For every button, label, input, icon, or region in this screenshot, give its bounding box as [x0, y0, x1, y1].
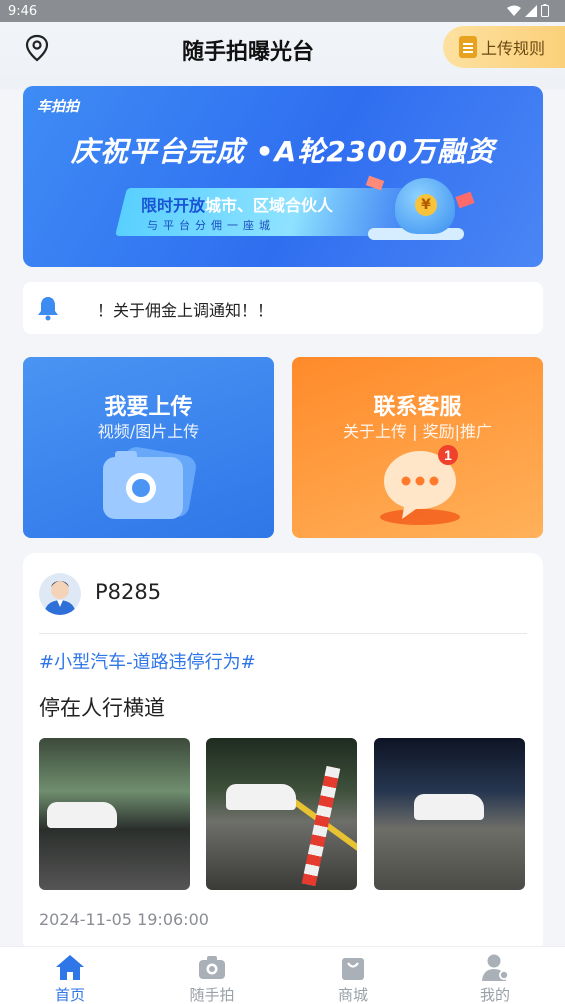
tab-mine-label: 我的: [479, 986, 510, 1004]
shopping-bag-icon: [342, 958, 364, 980]
promo-banner[interactable]: 车拍拍 庆祝平台完成 •A轮2300万融资 限时开放城市、区域合伙人 与平台分佣…: [23, 86, 543, 267]
chat-bubble-icon: 1: [380, 445, 460, 525]
photo-pole: [301, 765, 341, 887]
battery-icon: [541, 4, 549, 17]
status-icons: [507, 4, 549, 17]
signal-icon: [525, 4, 537, 17]
service-card-title: 联系客服: [373, 395, 462, 420]
post-photo-2[interactable]: [206, 738, 357, 890]
photo-car: [414, 794, 484, 820]
wifi-icon: [507, 5, 521, 16]
avatar[interactable]: [39, 573, 81, 615]
photo-car: [226, 784, 296, 810]
money-bag-icon: [395, 178, 455, 234]
tab-snapshot-label: 随手拍: [189, 986, 235, 1004]
photo-car: [47, 802, 117, 828]
home-icon: [56, 955, 84, 980]
bottom-tab-bar: 首页 随手拍 商城 我的: [0, 946, 565, 1004]
user-icon: [482, 954, 509, 981]
user-avatar-icon: [44, 581, 76, 615]
tab-home-label: 首页: [54, 986, 85, 1004]
post-description: 停在人行横道: [39, 696, 165, 720]
upload-card[interactable]: 我要上传 视频/图片上传: [23, 357, 274, 538]
upload-rules-button[interactable]: 上传规则: [443, 26, 565, 68]
gift-icon: [455, 191, 475, 209]
banner-strip-rest: 城市、区域合伙人: [205, 196, 334, 215]
upload-card-subtitle: 视频/图片上传: [97, 422, 200, 441]
post-photo-3[interactable]: [374, 738, 525, 890]
service-badge: 1: [444, 447, 452, 463]
post-timestamp: 2024-11-05 19:06:00: [39, 910, 209, 929]
post-username[interactable]: P8285: [95, 580, 161, 604]
banner-strip-highlight: 限时开放: [141, 196, 206, 215]
upload-rules-label: 上传规则: [481, 39, 546, 58]
status-time: 9:46: [8, 4, 38, 19]
upload-card-title: 我要上传: [104, 395, 193, 420]
notice-text: ！关于佣金上调通知！！: [97, 301, 274, 320]
banner-strip-text: 限时开放城市、区域合伙人: [141, 192, 333, 216]
post-tag[interactable]: #小型汽车-道路违停行为#: [39, 648, 256, 674]
post-card[interactable]: P8285 #小型汽车-道路违停行为# 停在人行横道 2024-11-05 19…: [23, 553, 543, 953]
tab-shop-label: 商城: [337, 986, 368, 1004]
tab-shop[interactable]: 商城: [283, 947, 423, 1004]
status-bar: 9:46: [0, 0, 565, 24]
divider: [39, 633, 527, 634]
bell-icon: [38, 297, 58, 321]
camera-icon: [199, 956, 225, 979]
tab-snapshot[interactable]: 随手拍: [142, 947, 282, 1004]
tab-mine[interactable]: 我的: [425, 947, 565, 1004]
banner-brand: 车拍拍: [37, 99, 79, 115]
header: 随手拍曝光台 上传规则: [0, 24, 565, 74]
banner-headline: 庆祝平台完成 •A轮2300万融资: [70, 135, 496, 168]
customer-service-card[interactable]: 联系客服 关于上传 | 奖励|推广 1: [292, 357, 543, 538]
banner-strip-sub: 与平台分佣一座城: [147, 219, 275, 232]
page-title: 随手拍曝光台: [181, 40, 314, 65]
tab-home[interactable]: 首页: [0, 947, 140, 1004]
document-icon: [459, 36, 477, 58]
camera-icon: [103, 447, 196, 519]
post-photo-1[interactable]: [39, 738, 190, 890]
service-card-subtitle: 关于上传 | 奖励|推广: [343, 422, 492, 441]
notice-bar[interactable]: ！关于佣金上调通知！！: [23, 282, 543, 334]
